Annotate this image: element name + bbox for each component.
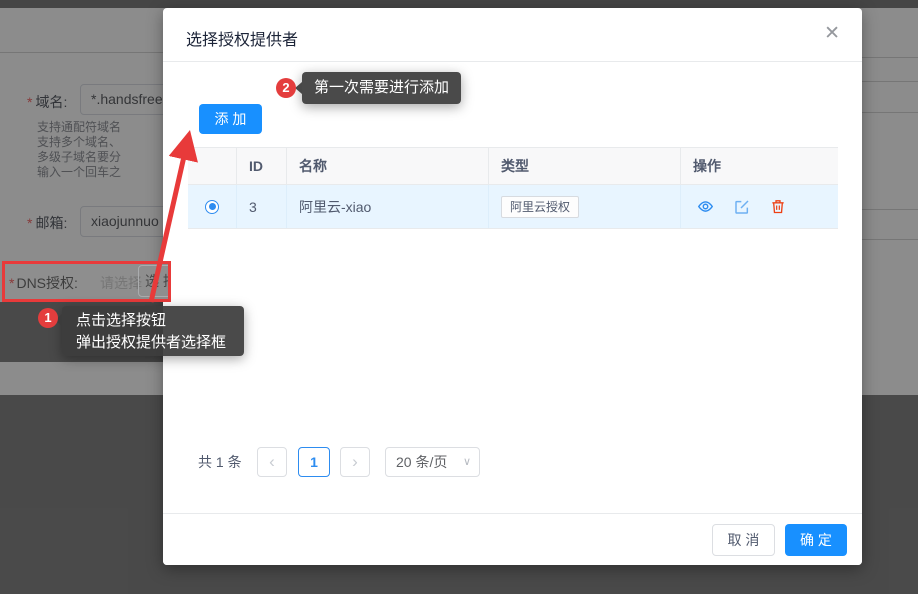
- required-star-icon: *: [9, 275, 14, 291]
- next-page-button[interactable]: ›: [340, 447, 370, 477]
- col-header-actions: 操作: [681, 148, 838, 184]
- cell-actions: [681, 185, 838, 228]
- chevron-down-icon: ∨: [463, 456, 471, 469]
- select-provider-modal: 选择授权提供者 ✕ 添 加 ID 名称 类型 操作 3 阿里云-xiao 阿里云…: [163, 8, 862, 565]
- pagination-total: 共 1 条: [198, 447, 242, 477]
- dns-select-button[interactable]: 选 择: [138, 265, 171, 297]
- step-2-badge: 2: [276, 78, 296, 98]
- modal-title: 选择授权提供者: [186, 26, 298, 50]
- cancel-button[interactable]: 取 消: [712, 524, 775, 556]
- dns-placeholder: 请选择: [100, 273, 142, 293]
- action-icons: [697, 198, 786, 215]
- cell-select: [188, 185, 237, 228]
- table-row[interactable]: 3 阿里云-xiao 阿里云授权: [188, 185, 838, 229]
- step-1-tooltip-line: 弹出授权提供者选择框: [76, 332, 244, 354]
- col-header-type: 类型: [489, 148, 681, 184]
- screen: *域名: *.handsfree 支持通配符域名 支持多个域名、 多级子域名要分…: [0, 0, 918, 594]
- col-header-name: 名称: [287, 148, 489, 184]
- modal-footer: 取 消 确 定: [163, 513, 862, 565]
- view-icon[interactable]: [697, 198, 714, 215]
- table-header-row: ID 名称 类型 操作: [188, 148, 838, 185]
- step-1-tooltip-line: 点击选择按钮: [76, 310, 244, 332]
- radio-dot: [209, 203, 216, 210]
- annotation-highlight-rect: *DNS授权: 请选择 选 择: [2, 261, 171, 302]
- col-header-select: [188, 148, 237, 184]
- cell-type: 阿里云授权: [489, 185, 681, 228]
- page-number-button[interactable]: 1: [298, 447, 330, 477]
- type-tag: 阿里云授权: [501, 196, 579, 218]
- pagination: 共 1 条 ‹ 1 › 20 条/页 ∨: [163, 447, 862, 477]
- cell-name: 阿里云-xiao: [287, 185, 489, 228]
- step-2-tooltip: 第一次需要进行添加: [302, 72, 461, 104]
- modal-header: 选择授权提供者 ✕: [163, 8, 862, 62]
- step-1-badge: 1: [38, 308, 58, 328]
- radio-selected[interactable]: [205, 200, 219, 214]
- page-size-value: 20 条/页: [396, 452, 447, 472]
- tooltip-notch: [295, 82, 302, 94]
- edit-icon[interactable]: [734, 199, 750, 215]
- page-size-select[interactable]: 20 条/页 ∨: [385, 447, 480, 477]
- step-2-tooltip-text: 第一次需要进行添加: [314, 79, 449, 96]
- cell-id: 3: [237, 185, 287, 228]
- col-header-id: ID: [237, 148, 287, 184]
- add-provider-button[interactable]: 添 加: [199, 104, 262, 134]
- confirm-button[interactable]: 确 定: [785, 524, 847, 556]
- close-icon[interactable]: ✕: [824, 24, 840, 44]
- prev-page-button[interactable]: ‹: [257, 447, 287, 477]
- provider-table: ID 名称 类型 操作 3 阿里云-xiao 阿里云授权: [188, 147, 838, 229]
- step-1-tooltip: 点击选择按钮 弹出授权提供者选择框: [62, 306, 244, 356]
- delete-icon[interactable]: [770, 198, 786, 215]
- dns-label: *DNS授权:: [9, 273, 78, 293]
